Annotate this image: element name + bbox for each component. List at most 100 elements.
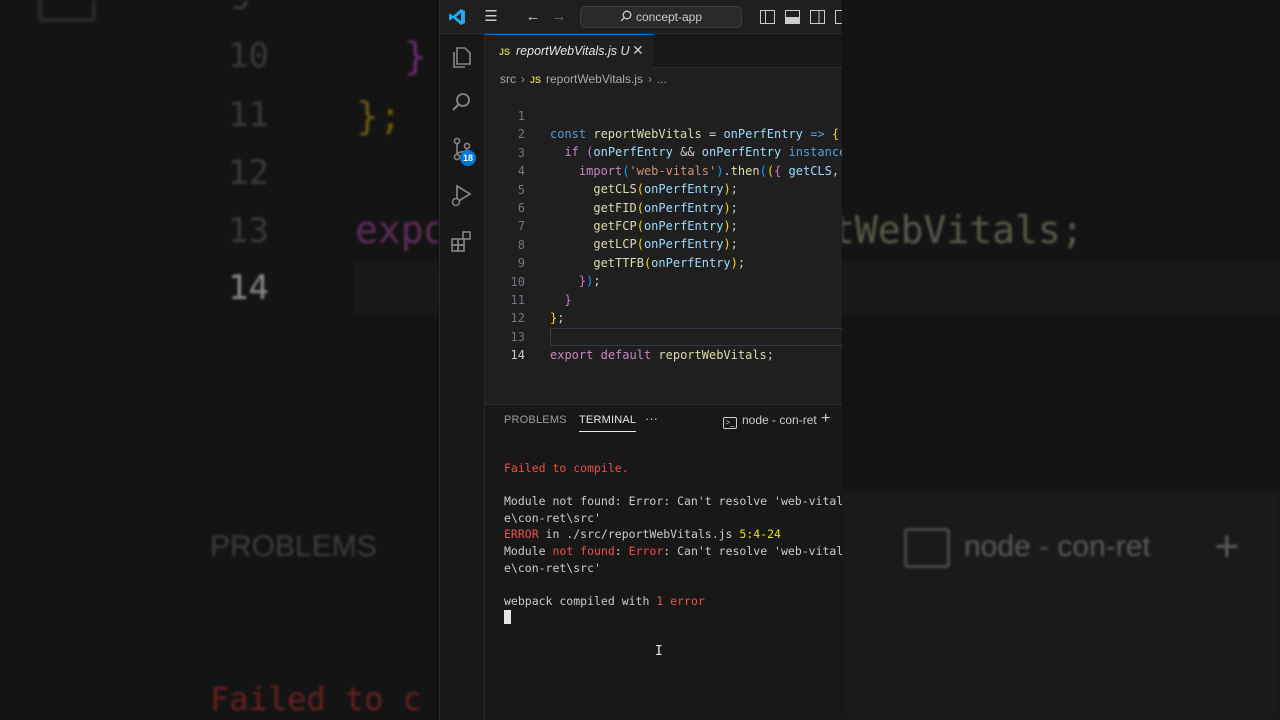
terminal-line [504, 609, 842, 626]
tab-label: reportWebVitals.js U [516, 44, 630, 58]
close-icon[interactable]: ✕ [632, 42, 644, 59]
terminal-line: e\con-ret\src' [504, 510, 601, 525]
run-debug-icon[interactable] [449, 182, 475, 208]
background-active-line-right [842, 262, 1280, 314]
bottom-panel: PROBLEMS TERMINAL ··· >_ node - con-ret +… [485, 404, 842, 720]
line-number: 14 [510, 348, 525, 363]
code-line: 10 } [485, 255, 842, 307]
terminal-text: not found [552, 543, 615, 558]
source-control-badge: 18 [460, 150, 476, 166]
error-path: in ./src/reportWebVitals.js [538, 527, 740, 542]
js-file-icon: JS [499, 47, 511, 57]
add-terminal-icon[interactable]: + [821, 410, 830, 428]
terminal-output[interactable]: Failed to compile. Module not found: Err… [504, 460, 842, 626]
background-line-number: 10 [228, 36, 269, 76]
background-plus: + [1214, 522, 1240, 571]
terminal-icon: >_ [723, 417, 737, 429]
mouse-ibeam-cursor: I [655, 644, 663, 659]
error-label: ERROR [504, 527, 539, 542]
code-line: 1 const reportWebVitals = onPerfEntry =>… [485, 89, 842, 141]
code-line: 2 if (onPerfEntry && onPerfEntry instanc… [485, 107, 842, 159]
background-icon [38, 0, 96, 22]
code-line: 8 getTTFB(onPerfEntry); [485, 218, 842, 270]
tab-terminal[interactable]: TERMINAL [579, 414, 637, 432]
background-problems: PROBLEMS [210, 530, 377, 563]
background-terminal-icon [904, 528, 950, 568]
tab-status: U [620, 44, 630, 58]
error-location: 5:4-24 [739, 527, 781, 542]
toggle-primary-sidebar-icon[interactable] [760, 10, 775, 24]
code-line: 4 getCLS(onPerfEntry); [485, 144, 842, 196]
terminal-line: Module not found: Error: Can't resolve '… [504, 543, 842, 560]
customize-layout-icon[interactable] [835, 10, 842, 24]
tab-reportwebvitals[interactable]: JS reportWebVitals.js U ✕ [485, 34, 653, 68]
breadcrumb-more[interactable]: ... [657, 68, 667, 90]
code-line: 11 }; [485, 273, 842, 325]
chevron-right-icon: › [647, 72, 652, 86]
code-line: 6 getFCP(onPerfEntry); [485, 181, 842, 233]
code-line: 13 export default reportWebVitals; [485, 310, 842, 362]
chevron-right-icon: › [521, 72, 525, 86]
terminal-name: node - con-ret [742, 413, 817, 427]
explorer-icon[interactable] [449, 44, 475, 70]
js-file-icon: JS [530, 75, 542, 85]
tab-filename: reportWebVitals.js [516, 44, 617, 58]
background-active-line [355, 262, 438, 314]
terminal-cursor [504, 610, 511, 625]
background-brace: } [404, 34, 427, 78]
background-line-number: 9 [230, 0, 250, 18]
extensions-icon[interactable] [449, 228, 475, 254]
code-text: export default reportWebVitals; [550, 347, 775, 362]
search-view-icon[interactable] [449, 90, 475, 116]
more-icon[interactable]: ··· [645, 411, 658, 426]
breadcrumb-file[interactable]: reportWebVitals.js [546, 68, 643, 90]
terminal-text: webpack compiled with [504, 593, 657, 608]
code-editor[interactable]: 1 const reportWebVitals = onPerfEntry =>… [485, 89, 842, 389]
terminal-text: : Can't resolve 'web-vital [663, 543, 842, 558]
vscode-window: ☰ ← → concept-app 18 JS reportWebVitals.… [439, 0, 842, 720]
background-right-zoom: tWebVitals; node - con-ret + [842, 0, 1280, 720]
editor-tab-bar: JS reportWebVitals.js U ✕ [485, 34, 842, 68]
title-bar: ☰ ← → concept-app [440, 0, 842, 34]
terminal-text: Error [628, 543, 664, 558]
toggle-panel-icon[interactable] [785, 10, 800, 24]
code-line-active: 14 [485, 328, 842, 362]
terminal-text: : [614, 543, 629, 558]
background-webvitals: tWebVitals; [842, 208, 1084, 252]
background-semicolon: }; [356, 94, 402, 138]
tab-problems[interactable]: PROBLEMS [504, 414, 567, 426]
background-export: expo [355, 208, 438, 252]
terminal-line: e\con-ret\src' [504, 560, 601, 575]
terminal-selector[interactable]: >_ node - con-ret [723, 413, 817, 429]
background-failed: Failed to c [210, 680, 422, 718]
toggle-secondary-sidebar-icon[interactable] [810, 10, 825, 24]
code-line: 7 getLCP(onPerfEntry); [485, 199, 842, 251]
search-text: concept-app [635, 10, 703, 24]
terminal-text: Module [504, 543, 553, 558]
vscode-logo-icon [449, 9, 465, 25]
breadcrumb: src › JS reportWebVitals.js ›... [485, 68, 842, 90]
activity-bar: 18 [440, 34, 485, 720]
terminal-text: 1 error [656, 593, 705, 608]
terminal-line: Module not found: Error: Can't resolve '… [504, 494, 842, 509]
code-line: 5 getFID(onPerfEntry); [485, 163, 842, 215]
forward-arrow-icon[interactable]: → [550, 8, 568, 26]
back-arrow-icon[interactable]: ← [524, 8, 542, 26]
code-line: 9 }); [485, 236, 842, 288]
menu-icon[interactable]: ☰ [482, 8, 500, 26]
terminal-line: ERROR in ./src/reportWebVitals.js 5:4-24 [504, 526, 842, 543]
terminal-line: Failed to compile. [504, 461, 629, 475]
background-left-zoom: 9 10 11 12 13 14 } }; expo PROBLEMS Fail… [0, 0, 438, 720]
background-line-number: 11 [228, 95, 269, 135]
breadcrumb-folder[interactable]: src [500, 68, 516, 90]
background-node-label: node - con-ret [964, 530, 1151, 563]
search-icon [620, 10, 632, 22]
terminal-line: webpack compiled with 1 error [504, 593, 842, 610]
background-line-number: 13 [228, 211, 269, 251]
command-center-search[interactable]: concept-app [580, 6, 742, 28]
background-line-number: 14 [228, 268, 269, 308]
code-line: 12 [485, 291, 842, 325]
background-line-number: 12 [228, 153, 269, 193]
